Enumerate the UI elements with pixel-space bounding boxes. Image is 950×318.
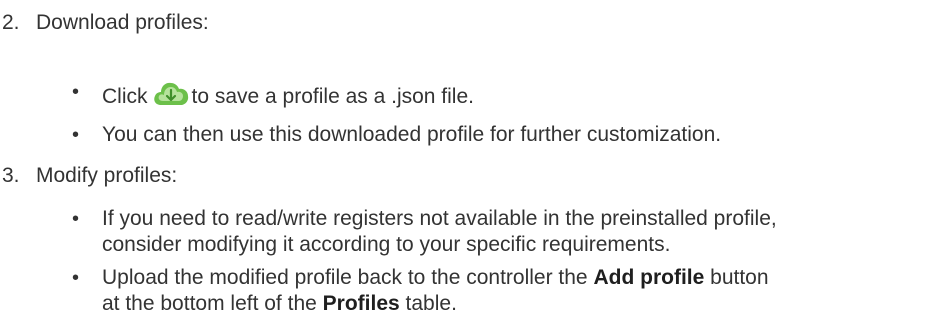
click-label: Click [102,85,148,108]
bullet-text-line-2: consider modifying it according to your … [102,233,671,256]
add-profile-button-reference: Add profile [593,266,705,289]
step-title: Download profiles: [36,11,209,34]
bullet-text: You can then use this downloaded profile… [102,123,722,146]
step-title: Modify profiles: [36,164,178,187]
table-word: table. [405,292,457,315]
bullet-marker: • [72,208,80,230]
bullet-text-line-1: Upload the modified profile back to the … [102,265,942,291]
bullet-marker: • [72,267,80,289]
profiles-table-reference: Profiles [322,292,400,315]
location-text: at the bottom left of the [102,292,317,315]
cloud-download-icon[interactable] [152,79,190,109]
save-instruction: to save a profile as a .json file. [191,85,475,108]
bullet-text: Click to save a profile as a .json file. [102,79,942,110]
bullet-text-line-2: at the bottom left of the Profiles table… [102,291,942,317]
upload-text: Upload the modified profile back to the … [102,266,588,289]
step-number: 3. [2,164,20,187]
bullet-text: If you need to read/write registers not … [102,206,942,258]
bullet-marker: • [72,81,80,103]
bullet-text-line-1: If you need to read/write registers not … [102,207,777,230]
bullet-marker: • [72,124,80,146]
button-word: button [710,266,769,289]
step-number: 2. [2,11,20,34]
bullet-text: Upload the modified profile back to the … [102,265,942,317]
